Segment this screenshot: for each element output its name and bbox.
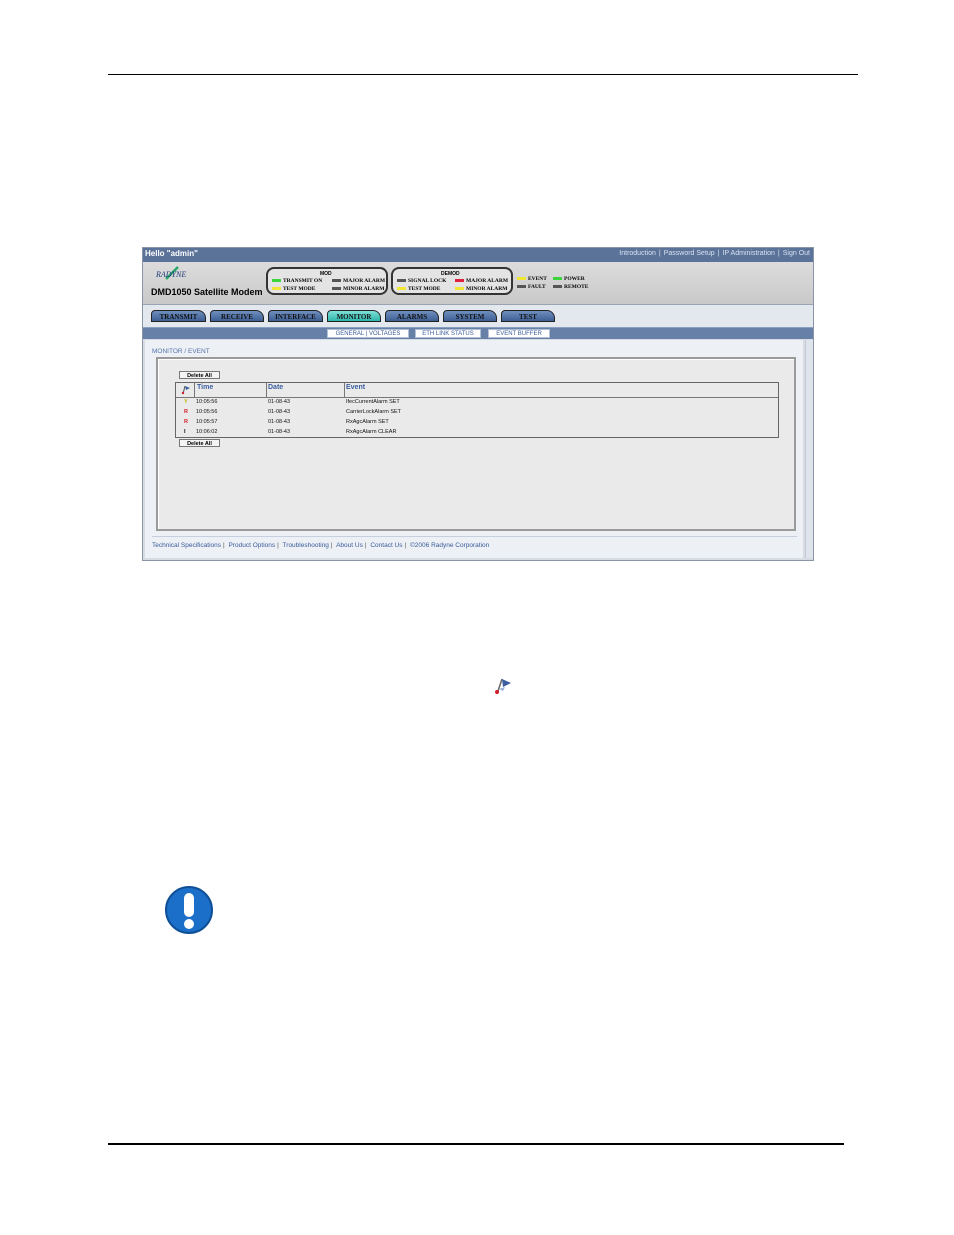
severity-flag: Y	[184, 399, 188, 405]
device-header: RADYNE DMD1050 Satellite Modem MOD TRANS…	[143, 262, 813, 305]
subtab-event-buffer[interactable]: EVENT BUFFER	[488, 329, 550, 338]
led-power: POWER	[553, 276, 585, 282]
subtab-general-voltages[interactable]: GENERAL | VOLTAGES	[327, 329, 409, 338]
severity-flag: R	[184, 419, 188, 425]
sub-tab-bar: GENERAL | VOLTAGES ETH LINK STATUS EVENT…	[143, 328, 813, 339]
top-bar: Hello "admin" Introduction | Password Set…	[143, 248, 813, 262]
delete-all-button-bottom[interactable]: Delete All	[179, 439, 220, 447]
row-time: 10:05:56	[196, 399, 218, 405]
row-date: 01-08-43	[268, 419, 291, 425]
link-ip-administration[interactable]: IP Administration	[723, 250, 775, 257]
header-rule	[108, 74, 858, 75]
led-transmit-on: TRANSMIT ON	[272, 278, 322, 284]
row-time: 10:05:56	[196, 409, 218, 415]
led-mod-major-alarm: MAJOR ALARM	[332, 278, 385, 284]
led-demod-test-mode: TEST MODE	[397, 286, 440, 292]
row-event: IfecCurrentAlarm SET	[346, 399, 400, 405]
row-date: 01-08-43	[268, 429, 291, 435]
column-date[interactable]: Date	[268, 384, 283, 391]
top-links: Introduction | Password Setup | IP Adminis…	[619, 250, 810, 257]
link-about-us[interactable]: About Us	[336, 542, 363, 549]
event-panel: Delete All Time Date Event Y 10:05:56 01…	[156, 357, 796, 531]
mod-title: MOD	[320, 271, 332, 277]
demod-title: DEMOD	[441, 271, 460, 277]
column-event[interactable]: Event	[346, 384, 365, 391]
row-time: 10:05:57	[196, 419, 218, 425]
subtab-eth-link-status[interactable]: ETH LINK STATUS	[415, 329, 481, 338]
led-demod-major-alarm: MAJOR ALARM	[455, 278, 508, 284]
tab-monitor[interactable]: MONITOR	[327, 310, 381, 322]
model-name: DMD1050 Satellite Modem	[151, 287, 263, 297]
content-area: MONITOR / EVENT Delete All Time Date Eve…	[145, 340, 803, 558]
tab-transmit[interactable]: TRANSMIT	[151, 310, 206, 322]
tab-system[interactable]: SYSTEM	[443, 310, 497, 322]
severity-flag: I	[184, 429, 186, 435]
row-event: CarrierLockAlarm SET	[346, 409, 402, 415]
breadcrumb: MONITOR / EVENT	[152, 348, 210, 355]
led-fault: FAULT	[517, 284, 546, 290]
demod-led-group: DEMOD SIGNAL LOCK MAJOR ALARM TEST MODE …	[391, 267, 513, 295]
row-time: 10:06:02	[196, 429, 218, 435]
led-mod-minor-alarm: MINOR ALARM	[332, 286, 384, 292]
led-mod-test-mode: TEST MODE	[272, 286, 315, 292]
mod-led-group: MOD TRANSMIT ON MAJOR ALARM TEST MODE MI…	[266, 267, 388, 295]
link-troubleshooting[interactable]: Troubleshooting	[283, 542, 329, 549]
led-remote: REMOTE	[553, 284, 588, 290]
led-demod-minor-alarm: MINOR ALARM	[455, 286, 507, 292]
link-product-options[interactable]: Product Options	[229, 542, 276, 549]
tab-receive[interactable]: RECEIVE	[210, 310, 264, 322]
tab-alarms[interactable]: ALARMS	[385, 310, 439, 322]
event-table: Time Date Event Y 10:05:56 01-08-43 Ifec…	[175, 382, 779, 438]
important-note-icon	[165, 886, 213, 934]
modem-web-ui-screenshot: Hello "admin" Introduction | Password Set…	[142, 247, 814, 561]
copyright: ©2006 Radyne Corporation	[410, 542, 490, 549]
logo-text: RADYNE	[156, 270, 187, 279]
footer-rule	[108, 1143, 844, 1145]
link-technical-specifications[interactable]: Technical Specifications	[152, 542, 221, 549]
scrollbar[interactable]	[805, 340, 813, 558]
severity-flag: R	[184, 409, 188, 415]
tab-test[interactable]: TEST	[501, 310, 555, 322]
column-time[interactable]: Time	[197, 384, 213, 391]
link-password-setup[interactable]: Password Setup	[664, 250, 715, 257]
link-introduction[interactable]: Introduction	[619, 250, 656, 257]
delete-all-button-top[interactable]: Delete All	[179, 371, 220, 379]
row-event: RxAgcAlarm SET	[346, 419, 389, 425]
row-event: RxAgcAlarm CLEAR	[346, 429, 397, 435]
row-date: 01-08-43	[268, 409, 291, 415]
link-contact-us[interactable]: Contact Us	[370, 542, 402, 549]
footer-links: Technical Specifications | Product Option…	[152, 542, 490, 549]
greeting: Hello "admin"	[145, 249, 198, 258]
led-signal-lock: SIGNAL LOCK	[397, 278, 446, 284]
main-tab-bar: TRANSMIT RECEIVE INTERFACE MONITOR ALARM…	[143, 305, 813, 329]
flag-icon	[495, 678, 511, 695]
flag-icon[interactable]	[181, 385, 191, 395]
tab-interface[interactable]: INTERFACE	[268, 310, 323, 322]
link-sign-out[interactable]: Sign Out	[783, 250, 810, 257]
led-event: EVENT	[517, 276, 547, 282]
row-date: 01-08-43	[268, 399, 291, 405]
